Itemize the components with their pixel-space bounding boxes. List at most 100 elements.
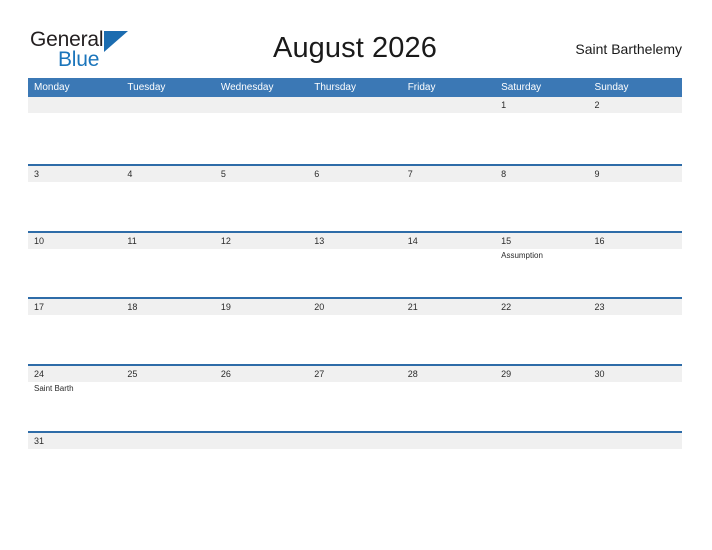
day-cell[interactable]: 21 bbox=[402, 299, 495, 364]
day-events bbox=[314, 315, 401, 316]
day-cell[interactable]: 24 Saint Barth bbox=[28, 366, 121, 431]
day-cell[interactable]: 2 bbox=[589, 97, 682, 164]
day-events bbox=[127, 113, 214, 114]
day-events bbox=[501, 449, 588, 450]
day-events bbox=[408, 382, 495, 383]
day-cell[interactable]: 18 bbox=[121, 299, 214, 364]
day-events bbox=[408, 315, 495, 316]
day-events bbox=[221, 449, 308, 450]
day-events bbox=[408, 113, 495, 114]
day-events bbox=[408, 182, 495, 183]
day-events bbox=[127, 449, 214, 450]
day-cell-empty bbox=[402, 433, 495, 498]
day-cell[interactable]: 31 bbox=[28, 433, 121, 498]
day-number: 14 bbox=[407, 235, 418, 246]
day-cell-empty bbox=[28, 97, 121, 164]
day-number: 27 bbox=[314, 369, 325, 380]
day-events bbox=[34, 315, 121, 316]
day-cell[interactable]: 11 bbox=[121, 233, 214, 298]
day-events bbox=[127, 382, 214, 383]
day-cell[interactable]: 16 bbox=[589, 233, 682, 298]
day-cell[interactable]: 27 bbox=[308, 366, 401, 431]
weekday-header-row: Monday Tuesday Wednesday Thursday Friday… bbox=[28, 78, 682, 97]
day-events bbox=[127, 182, 214, 183]
day-cell-empty bbox=[121, 97, 214, 164]
day-events bbox=[595, 182, 682, 183]
day-cell[interactable]: 20 bbox=[308, 299, 401, 364]
day-events bbox=[127, 315, 214, 316]
day-number: 9 bbox=[594, 168, 600, 179]
calendar-grid: Monday Tuesday Wednesday Thursday Friday… bbox=[28, 78, 682, 498]
day-number: 25 bbox=[127, 369, 138, 380]
week-cells: 31 bbox=[28, 433, 682, 498]
day-number: 7 bbox=[407, 168, 413, 179]
day-events bbox=[595, 315, 682, 316]
day-number: 5 bbox=[220, 168, 226, 179]
day-cell-empty bbox=[121, 433, 214, 498]
day-events bbox=[314, 182, 401, 183]
day-cell[interactable]: 5 bbox=[215, 166, 308, 231]
day-cell[interactable]: 13 bbox=[308, 233, 401, 298]
day-cell-empty bbox=[215, 97, 308, 164]
day-cell[interactable]: 26 bbox=[215, 366, 308, 431]
day-number: 13 bbox=[314, 235, 325, 246]
day-number: 3 bbox=[34, 168, 40, 179]
day-cell[interactable]: 10 bbox=[28, 233, 121, 298]
day-cell[interactable]: 23 bbox=[589, 299, 682, 364]
calendar-event[interactable]: Assumption bbox=[501, 250, 588, 261]
day-events bbox=[221, 315, 308, 316]
week-cells: 10 11 12 13 14 15 Assumption 16 bbox=[28, 233, 682, 298]
day-cell[interactable]: 28 bbox=[402, 366, 495, 431]
day-events bbox=[595, 113, 682, 114]
day-events: Assumption bbox=[501, 249, 588, 261]
day-cell[interactable]: 8 bbox=[495, 166, 588, 231]
day-cell[interactable]: 29 bbox=[495, 366, 588, 431]
day-events bbox=[314, 249, 401, 250]
day-number: 2 bbox=[594, 100, 600, 110]
weekday-header-wednesday: Wednesday bbox=[220, 82, 274, 93]
week-cells: 24 Saint Barth 25 26 27 28 29 30 bbox=[28, 366, 682, 431]
day-number: 6 bbox=[314, 168, 320, 179]
day-events bbox=[501, 113, 588, 114]
day-events bbox=[221, 182, 308, 183]
day-cell[interactable]: 7 bbox=[402, 166, 495, 231]
week-cells: 3 4 5 6 7 8 9 bbox=[28, 166, 682, 231]
day-number: 19 bbox=[220, 302, 231, 313]
day-cell[interactable]: 3 bbox=[28, 166, 121, 231]
day-cell-empty bbox=[215, 433, 308, 498]
day-events bbox=[34, 182, 121, 183]
day-number: 29 bbox=[501, 369, 512, 380]
day-cell[interactable]: 14 bbox=[402, 233, 495, 298]
calendar-page: General Blue August 2026 Saint Barthelem… bbox=[0, 0, 712, 550]
calendar-week-row: 31 bbox=[28, 430, 682, 498]
day-number: 23 bbox=[594, 302, 605, 313]
day-cell[interactable]: 17 bbox=[28, 299, 121, 364]
day-events bbox=[501, 182, 588, 183]
day-cell-empty bbox=[308, 433, 401, 498]
day-events bbox=[408, 249, 495, 250]
week-cells: 12 bbox=[28, 97, 682, 164]
day-number: 12 bbox=[220, 235, 231, 246]
day-events bbox=[501, 382, 588, 383]
day-cell[interactable]: 6 bbox=[308, 166, 401, 231]
day-cell[interactable]: 12 bbox=[215, 233, 308, 298]
day-number: 11 bbox=[127, 235, 137, 246]
day-cell[interactable]: 25 bbox=[121, 366, 214, 431]
calendar-event[interactable]: Saint Barth bbox=[34, 383, 121, 394]
day-events bbox=[34, 249, 121, 250]
calendar-week-row: 12 bbox=[28, 97, 682, 164]
day-cell[interactable]: 1 bbox=[495, 97, 588, 164]
day-number: 18 bbox=[127, 302, 138, 313]
day-events bbox=[314, 449, 401, 450]
day-number: 15 bbox=[501, 235, 512, 246]
day-cell[interactable]: 9 bbox=[589, 166, 682, 231]
day-events bbox=[221, 382, 308, 383]
day-cell[interactable]: 22 bbox=[495, 299, 588, 364]
day-events bbox=[127, 249, 214, 250]
weekday-header-tuesday: Tuesday bbox=[127, 82, 166, 93]
day-cell[interactable]: 19 bbox=[215, 299, 308, 364]
day-cell[interactable]: 15 Assumption bbox=[495, 233, 588, 298]
day-events bbox=[595, 449, 682, 450]
day-cell[interactable]: 4 bbox=[121, 166, 214, 231]
day-cell[interactable]: 30 bbox=[589, 366, 682, 431]
